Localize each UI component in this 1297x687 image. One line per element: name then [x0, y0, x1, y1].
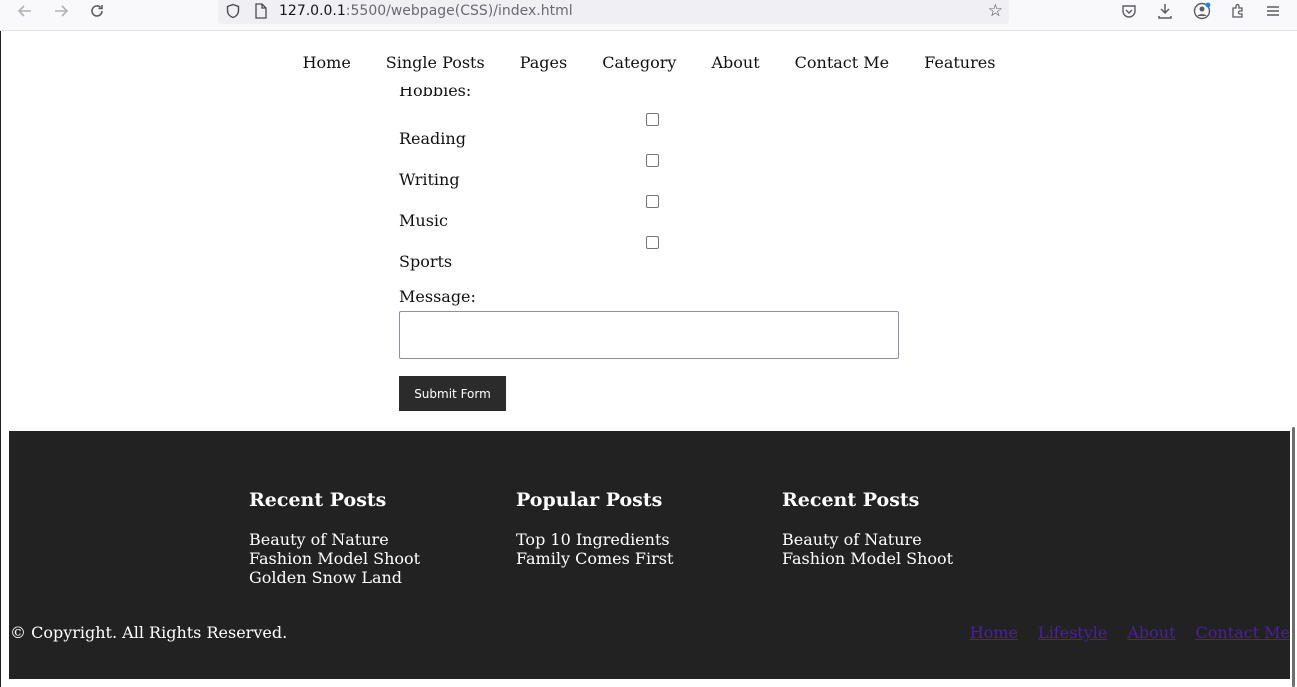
- footer-link[interactable]: Top 10 Ingredients: [516, 530, 673, 549]
- footer-link[interactable]: Family Comes First: [516, 549, 673, 568]
- writing-label: Writing: [399, 170, 460, 189]
- forward-arrow-icon[interactable]: [47, 0, 75, 22]
- footer-link-home[interactable]: Home: [970, 623, 1018, 642]
- footer-column-title: Popular Posts: [516, 489, 663, 511]
- message-textarea[interactable]: [399, 311, 899, 359]
- url-bar[interactable]: 127.0.0.1:5500/webpage(CSS)/index.html ☆: [218, 0, 1009, 24]
- page-edge: [0, 31, 1, 687]
- pocket-icon[interactable]: [1115, 0, 1143, 22]
- url-text[interactable]: 127.0.0.1:5500/webpage(CSS)/index.html: [279, 2, 573, 20]
- message-label: Message:: [399, 287, 476, 306]
- footer: Recent Posts Beauty of Nature Fashion Mo…: [9, 431, 1290, 679]
- footer-link-contact-me[interactable]: Contact Me: [1196, 623, 1290, 642]
- footer-link-about[interactable]: About: [1127, 623, 1175, 642]
- nav-about[interactable]: About: [711, 53, 759, 72]
- reading-checkbox[interactable]: [646, 113, 659, 126]
- sports-label: Sports: [399, 252, 453, 271]
- footer-link-lifestyle[interactable]: Lifestyle: [1038, 623, 1107, 642]
- nav-features[interactable]: Features: [924, 53, 995, 72]
- nav-single-posts[interactable]: Single Posts: [386, 53, 485, 72]
- sports-checkbox[interactable]: [646, 236, 659, 249]
- extensions-icon[interactable]: [1224, 0, 1252, 22]
- footer-column-popular-posts: Popular Posts Top 10 Ingredients Family …: [516, 487, 673, 568]
- footer-link[interactable]: Beauty of Nature: [782, 530, 953, 549]
- nav-pages[interactable]: Pages: [520, 53, 568, 72]
- browser-toolbar: 127.0.0.1:5500/webpage(CSS)/index.html ☆: [0, 0, 1297, 31]
- footer-column-title: Recent Posts: [782, 489, 920, 511]
- reading-label: Reading: [399, 129, 466, 148]
- footer-link[interactable]: Golden Snow Land: [249, 568, 420, 587]
- back-arrow-icon[interactable]: [11, 0, 39, 22]
- music-checkbox[interactable]: [646, 195, 659, 208]
- account-icon[interactable]: [1188, 0, 1216, 22]
- menu-icon[interactable]: [1259, 0, 1287, 22]
- submit-form-button[interactable]: Submit Form: [399, 376, 506, 411]
- shield-icon[interactable]: [223, 2, 243, 20]
- page-icon[interactable]: [251, 2, 271, 20]
- contact-form: Hobbies: Reading Writing Music Sports Me…: [399, 87, 919, 423]
- download-icon[interactable]: [1151, 0, 1179, 22]
- footer-link[interactable]: Fashion Model Shoot: [249, 549, 420, 568]
- footer-link[interactable]: Fashion Model Shoot: [782, 549, 953, 568]
- page-scrollbar[interactable]: [1292, 427, 1295, 687]
- writing-checkbox[interactable]: [646, 154, 659, 167]
- footer-column-recent-posts: Recent Posts Beauty of Nature Fashion Mo…: [249, 487, 420, 587]
- nav-contact-me[interactable]: Contact Me: [795, 53, 889, 72]
- footer-column-title: Recent Posts: [249, 489, 387, 511]
- footer-bottom-links: Home Lifestyle About Contact Me: [970, 623, 1290, 642]
- footer-column-recent-posts-2: Recent Posts Beauty of Nature Fashion Mo…: [782, 487, 953, 568]
- nav-home[interactable]: Home: [303, 53, 351, 72]
- main-nav: Home Single Posts Pages Category About C…: [1, 31, 1297, 93]
- hobbies-label: Hobbies:: [399, 87, 472, 100]
- reload-icon[interactable]: [83, 0, 111, 22]
- copyright-text: © Copyright. All Rights Reserved.: [10, 623, 288, 642]
- bookmark-star-icon[interactable]: ☆: [988, 1, 1003, 21]
- nav-category[interactable]: Category: [602, 53, 676, 72]
- footer-link[interactable]: Beauty of Nature: [249, 530, 420, 549]
- music-label: Music: [399, 211, 448, 230]
